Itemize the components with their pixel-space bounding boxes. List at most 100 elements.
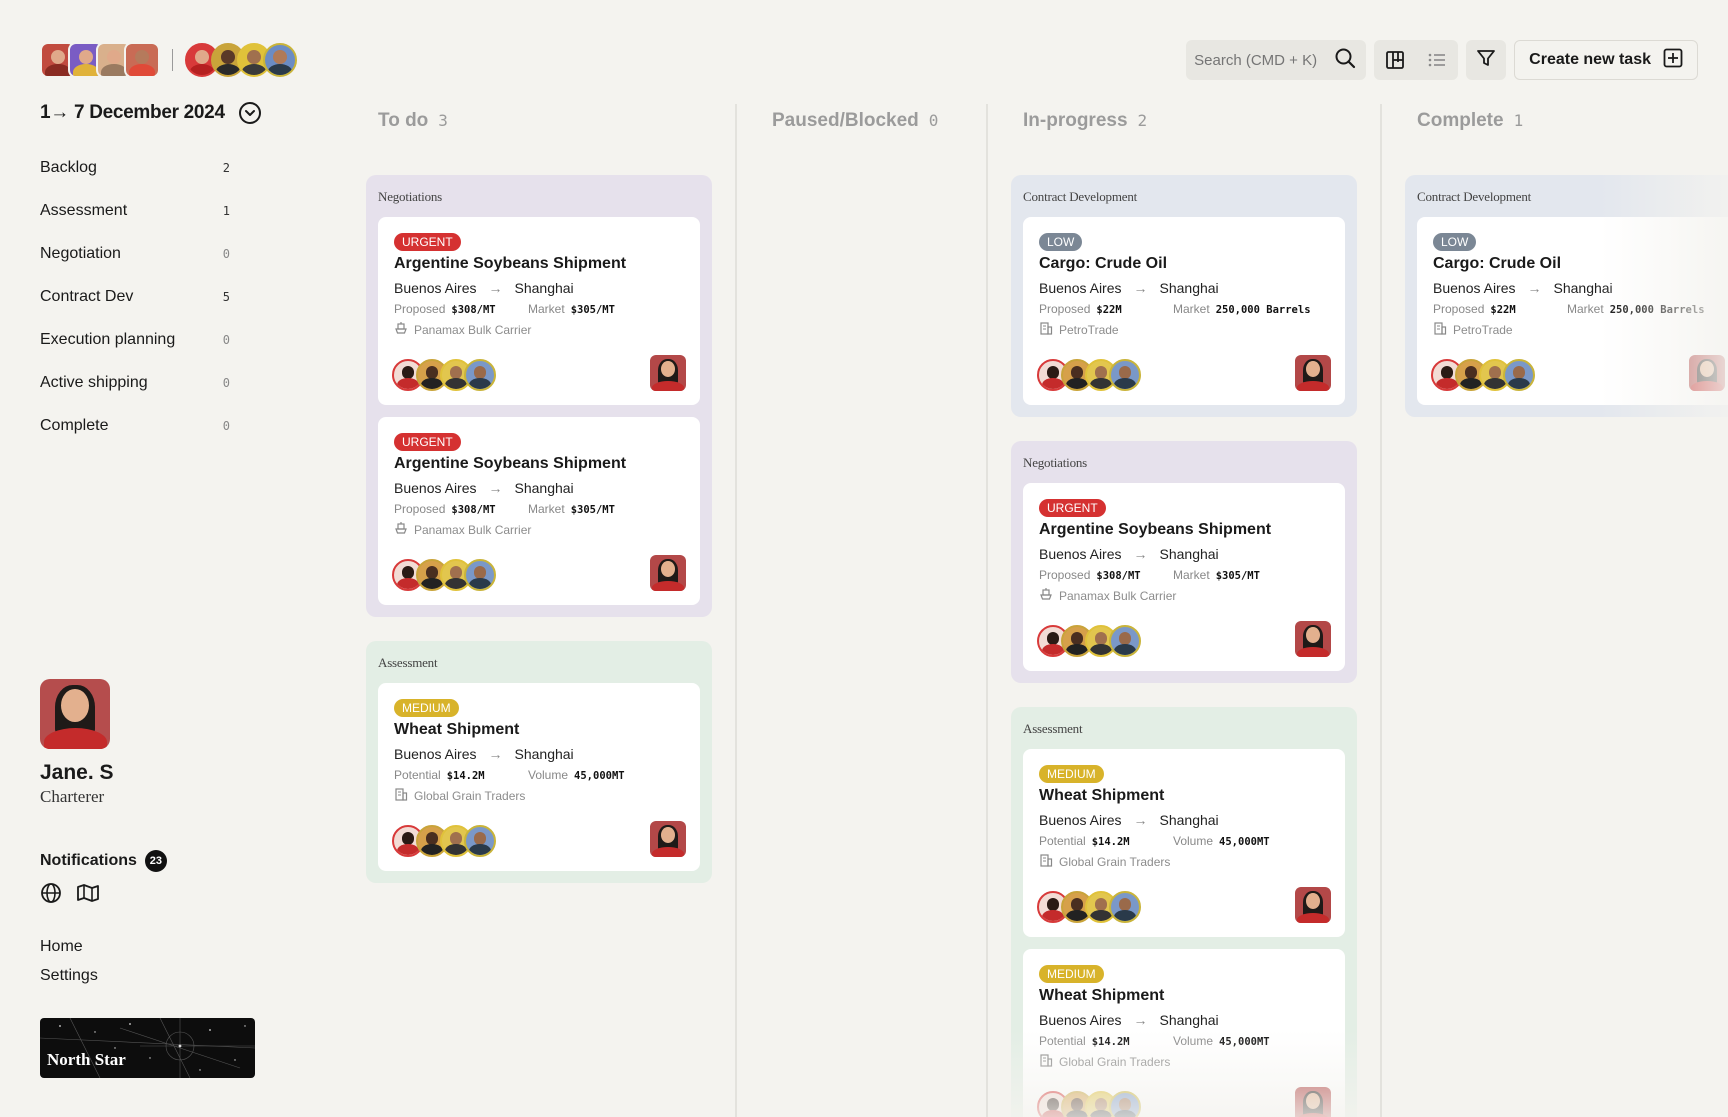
column-title: Paused/Blocked: [772, 110, 919, 131]
list-view-icon[interactable]: [1416, 50, 1458, 70]
owner-avatar[interactable]: [1295, 1087, 1331, 1117]
bottom-nav: Home Settings: [40, 938, 98, 996]
metric-label: Proposed: [1433, 302, 1485, 316]
assignee-avatars[interactable]: [392, 359, 496, 391]
group-negotiations: Negotiations URGENT Argentine Soybeans S…: [366, 175, 712, 617]
home-link[interactable]: Home: [40, 938, 98, 967]
task-card[interactable]: URGENT Argentine Soybeans Shipment Bueno…: [378, 217, 700, 405]
notifications[interactable]: Notifications 23: [40, 850, 167, 872]
vessel-name: Panamax Bulk Carrier: [414, 522, 532, 537]
owner-avatar[interactable]: [650, 821, 686, 857]
route-origin: Buenos Aires: [1039, 1012, 1122, 1028]
group-contract-development: Contract Development LOW Cargo: Crude Oi…: [1011, 175, 1357, 417]
search-icon[interactable]: [1334, 47, 1356, 74]
assignee-avatars[interactable]: [392, 825, 496, 857]
search-bar[interactable]: [1186, 40, 1367, 80]
column-header-inprogress[interactable]: In-progress 2: [1023, 110, 1147, 132]
card-title: Argentine Soybeans Shipment: [1039, 521, 1272, 538]
task-card[interactable]: MEDIUM Wheat Shipment Buenos Aires → Shang…: [1023, 949, 1345, 1117]
stage-count: 0: [222, 375, 230, 390]
assignee-avatars[interactable]: [1431, 359, 1535, 391]
assignee-avatars[interactable]: [1037, 1091, 1141, 1117]
team-avatars-group-b[interactable]: [185, 43, 297, 77]
route-destination: Shanghai: [1159, 1012, 1219, 1028]
stage-item-contract-dev[interactable]: Contract Dev 5: [40, 275, 230, 318]
team-avatars-group-a[interactable]: [40, 42, 160, 78]
filter-button[interactable]: [1466, 40, 1507, 80]
route: Buenos Aires → Shanghai: [1039, 1012, 1329, 1028]
column-title: To do: [378, 110, 429, 131]
metric-value: $305/MT: [570, 304, 615, 316]
stage-item-assessment[interactable]: Assessment 1: [40, 189, 230, 232]
ship-icon: [394, 321, 408, 338]
route-destination: Shanghai: [1159, 280, 1219, 296]
avatar: [1109, 891, 1141, 923]
owner-avatar[interactable]: [1295, 355, 1331, 391]
task-card[interactable]: MEDIUM Wheat Shipment Buenos Aires → Shang…: [378, 683, 700, 871]
brand-name: North Star: [47, 1050, 126, 1069]
assignee-avatars[interactable]: [1037, 625, 1141, 657]
route: Buenos Aires → Shanghai: [394, 746, 684, 762]
metric-label: Volume: [1173, 1034, 1214, 1048]
vessel-row: Global Grain Traders: [394, 787, 684, 804]
north-star-logo[interactable]: North Star: [40, 1018, 255, 1078]
column-header-todo[interactable]: To do 3: [378, 110, 448, 132]
settings-link[interactable]: Settings: [40, 967, 98, 996]
route: Buenos Aires → Shanghai: [1039, 546, 1329, 562]
column-divider: [1380, 104, 1382, 1117]
stage-item-active-shipping[interactable]: Active shipping 0: [40, 361, 230, 404]
task-card[interactable]: URGENT Argentine Soybeans Shipment Bueno…: [1023, 483, 1345, 671]
owner-avatar[interactable]: [1689, 355, 1725, 391]
arrow-right-icon: →: [1133, 280, 1148, 296]
column-header-complete[interactable]: Complete 1: [1417, 110, 1523, 132]
stage-label: Active shipping: [40, 373, 148, 391]
owner-avatar[interactable]: [1295, 887, 1331, 923]
stage-count: 2: [222, 160, 230, 175]
task-card[interactable]: LOW Cargo: Crude Oil Buenos Aires → Shangh…: [1023, 217, 1345, 405]
column-header-paused[interactable]: Paused/Blocked 0: [772, 110, 938, 132]
owner-avatar[interactable]: [650, 355, 686, 391]
board-view-icon[interactable]: [1374, 50, 1416, 70]
toolbar: Create new task: [1186, 40, 1698, 80]
plus-square-icon: [1663, 48, 1683, 73]
route: Buenos Aires → Shanghai: [1039, 280, 1329, 296]
route-origin: Buenos Aires: [394, 746, 477, 762]
group-label: Negotiations: [1023, 455, 1088, 470]
card-title: Argentine Soybeans Shipment: [394, 455, 627, 472]
quick-icons: [40, 882, 100, 909]
task-card[interactable]: MEDIUM Wheat Shipment Buenos Aires → Shang…: [1023, 749, 1345, 937]
globe-icon[interactable]: [40, 882, 62, 909]
priority-badge: LOW: [1433, 233, 1477, 251]
stage-item-execution-planning[interactable]: Execution planning 0: [40, 318, 230, 361]
metric-label: Proposed: [394, 502, 446, 516]
map-icon[interactable]: [76, 882, 100, 909]
metric-label: Proposed: [1039, 568, 1091, 582]
metric-label: Potential: [394, 768, 441, 782]
owner-avatar[interactable]: [650, 555, 686, 591]
avatar: [1503, 359, 1535, 391]
task-card[interactable]: LOW Cargo: Crude Oil Buenos Aires → Shangh…: [1417, 217, 1728, 405]
avatar: [124, 42, 160, 78]
date-range-selector[interactable]: 1→ 7 December 2024: [40, 102, 300, 124]
arrow-right-icon: →: [1133, 546, 1148, 562]
create-task-button[interactable]: Create new task: [1514, 40, 1698, 80]
avatar: [263, 43, 297, 77]
assignee-avatars[interactable]: [392, 559, 496, 591]
stage-item-backlog[interactable]: Backlog 2: [40, 146, 230, 189]
stage-count: 0: [222, 332, 230, 347]
assignee-avatars[interactable]: [1037, 891, 1141, 923]
task-card[interactable]: URGENT Argentine Soybeans Shipment Bueno…: [378, 417, 700, 605]
user-profile[interactable]: Jane. S Charterer: [40, 679, 114, 807]
card-footer: [1431, 355, 1725, 391]
stage-item-complete[interactable]: Complete 0: [40, 404, 230, 447]
owner-avatar[interactable]: [1295, 621, 1331, 657]
chevron-down-icon[interactable]: [238, 102, 261, 124]
search-input[interactable]: [1194, 51, 1325, 69]
route-destination: Shanghai: [1159, 546, 1219, 562]
vessel-row: PetroTrade: [1433, 321, 1723, 338]
assignee-avatars[interactable]: [1037, 359, 1141, 391]
notifications-badge: 23: [144, 850, 167, 872]
group-label: Assessment: [1023, 721, 1083, 736]
stage-item-negotiation[interactable]: Negotiation 0: [40, 232, 230, 275]
card-footer: [1037, 355, 1331, 391]
